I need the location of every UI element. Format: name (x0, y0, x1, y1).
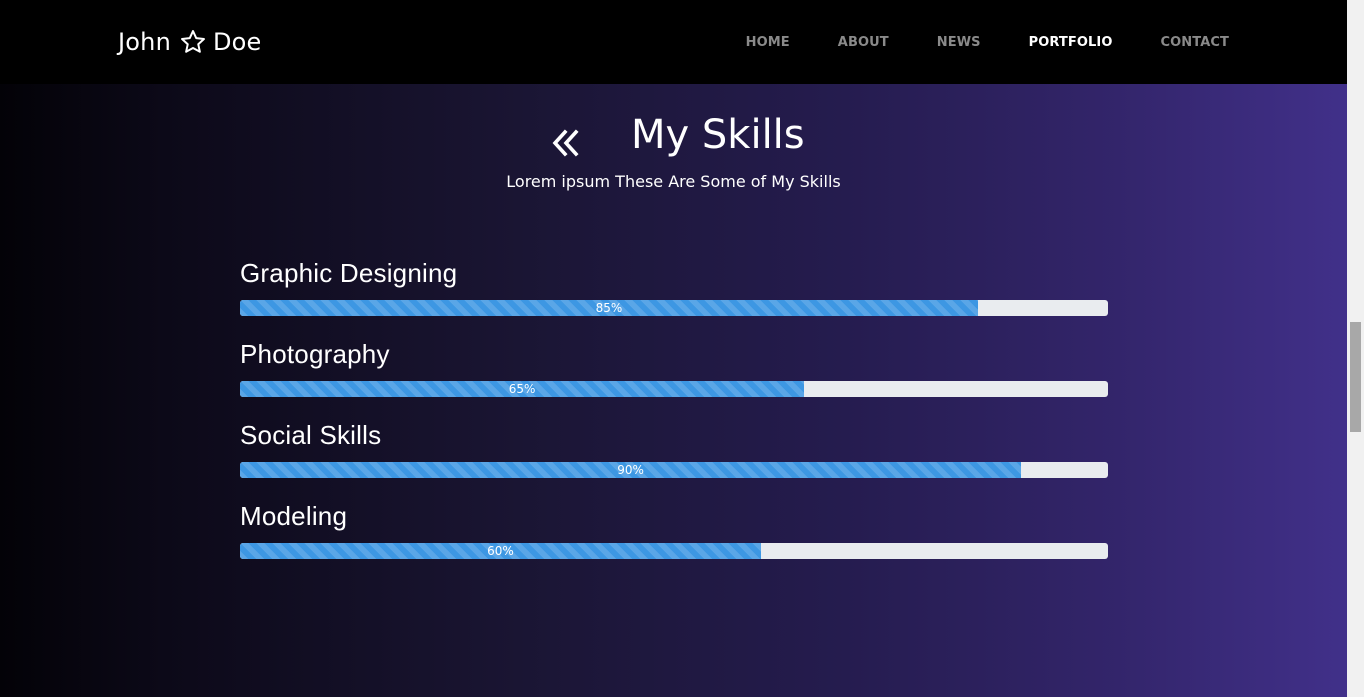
page-title: My Skills (631, 112, 805, 158)
nav-portfolio[interactable]: PORTFOLIO (1029, 35, 1113, 50)
brand-last-name: Doe (212, 28, 262, 56)
star-outline-icon (181, 30, 205, 53)
double-chevron-left-icon[interactable] (550, 128, 580, 158)
skill-name: Social Skills (240, 420, 382, 450)
brand-first-name: John (118, 28, 171, 56)
progress-bar: 90% (240, 462, 1108, 478)
page-subtitle: Lorem ipsum These Are Some of My Skills (506, 172, 841, 191)
skill-name: Photography (240, 339, 390, 369)
nav-contact[interactable]: CONTACT (1161, 35, 1230, 50)
skill-name: Graphic Designing (240, 258, 458, 288)
main-nav: HOME ABOUT NEWS PORTFOLIO CONTACT (746, 0, 1229, 84)
skill-item: Social Skills 90% (240, 420, 1108, 501)
skill-name: Modeling (240, 501, 348, 531)
nav-about[interactable]: ABOUT (838, 35, 889, 50)
progress-fill: 90% (240, 462, 1022, 478)
scrollbar[interactable] (1347, 0, 1364, 697)
nav-home[interactable]: HOME (746, 35, 790, 50)
skill-item: Graphic Designing 85% (240, 258, 1108, 339)
progress-fill: 85% (240, 300, 978, 316)
skills-list: Graphic Designing 85% Photography 65% So… (240, 258, 1108, 582)
title-row: My Skills (0, 108, 1347, 172)
progress-fill: 60% (240, 543, 761, 559)
skill-item: Photography 65% (240, 339, 1108, 420)
brand-logo[interactable]: John Doe (118, 24, 262, 60)
progress-bar: 60% (240, 543, 1108, 559)
progress-bar: 85% (240, 300, 1108, 316)
nav-news[interactable]: NEWS (937, 35, 981, 50)
skill-item: Modeling 60% (240, 501, 1108, 582)
navbar: John Doe HOME ABOUT NEWS PORTFOLIO CONTA… (0, 0, 1347, 84)
scrollbar-thumb[interactable] (1350, 322, 1361, 432)
progress-bar: 65% (240, 381, 1108, 397)
skills-header: My Skills Lorem ipsum These Are Some of … (0, 108, 1347, 191)
progress-fill: 65% (240, 381, 805, 397)
